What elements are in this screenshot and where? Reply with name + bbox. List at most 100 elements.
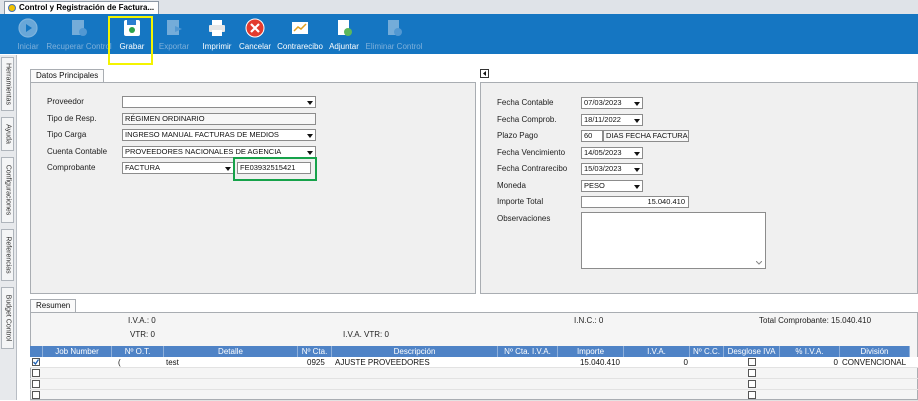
window-titlebar: Control y Registración de Factura... — [0, 0, 918, 15]
iniciar-button[interactable]: Iniciar — [8, 14, 48, 54]
tab-resumen[interactable]: Resumen — [30, 299, 77, 312]
desglose-iva-checkbox[interactable] — [748, 369, 756, 377]
chevron-down-icon — [306, 148, 314, 156]
importe-total-input[interactable]: 15.040.410 — [581, 196, 689, 208]
grid-header-division[interactable]: División — [840, 346, 910, 357]
tipo-carga-label: Tipo Carga — [47, 130, 87, 139]
proveedor-label: Proveedor — [47, 97, 84, 106]
chevron-left-icon — [483, 71, 486, 76]
recuperar-control-button[interactable]: Recuperar Control — [46, 14, 112, 54]
row-select-checkbox[interactable] — [32, 391, 40, 399]
fecha-vencimiento-picker[interactable]: 14/05/2023 — [581, 147, 643, 159]
grid-header-cta[interactable]: Nº Cta. — [298, 346, 332, 357]
moneda-label: Moneda — [497, 181, 526, 190]
importe-total-label: Importe Total — [497, 197, 544, 206]
recover-document-icon — [72, 20, 87, 36]
side-panel-strip: Herramientas Ayuda Configuraciones Refer… — [0, 55, 17, 400]
play-icon — [18, 18, 38, 38]
side-tab-configuraciones[interactable]: Configuraciones — [1, 157, 14, 223]
chevron-down-icon — [306, 98, 314, 106]
comprobante-numero-input[interactable]: FE03932515421 — [237, 162, 311, 174]
window-title: Control y Registración de Factura... — [19, 3, 155, 12]
fecha-vencimiento-label: Fecha Vencimiento — [497, 148, 566, 157]
grid-header-ot[interactable]: Nº O.T. — [112, 346, 164, 357]
cancelar-button[interactable]: Cancelar — [236, 14, 274, 54]
row-select-checkbox[interactable] — [32, 358, 40, 366]
resumen-inc: I.N.C.: 0 — [574, 316, 604, 325]
grabar-highlight — [108, 16, 153, 65]
cell-division: CONVENCIONAL — [842, 358, 907, 367]
resumen-iva-vtr: I.V.A. VTR: 0 — [343, 330, 389, 339]
resumen-iva: I.V.A.: 0 — [128, 316, 156, 325]
imprimir-button[interactable]: Imprimir — [198, 14, 236, 54]
moneda-select[interactable]: PESO — [581, 180, 643, 192]
chevron-down-icon — [224, 164, 232, 172]
grid-header-job-number[interactable]: Job Number — [43, 346, 112, 357]
side-tab-referencias[interactable]: Referencias — [1, 229, 14, 281]
observaciones-label: Observaciones — [497, 214, 551, 223]
cell-descripcion: AJUSTE PROVEEDORES — [335, 358, 430, 367]
cell-porc-iva: 0 — [833, 358, 838, 367]
eliminar-control-button[interactable]: Eliminar Control — [364, 14, 424, 54]
export-icon — [167, 20, 182, 35]
row-select-checkbox[interactable] — [32, 369, 40, 377]
chevron-down-icon — [633, 182, 641, 190]
side-tab-herramientas[interactable]: Herramientas — [1, 57, 14, 111]
plazo-dias-input[interactable]: 60 — [581, 130, 603, 142]
panel-collapse-toggle[interactable] — [480, 69, 489, 78]
resumen-vtr: VTR: 0 — [130, 330, 155, 339]
chart-icon — [292, 22, 308, 34]
chevron-down-icon — [306, 131, 314, 139]
fecha-contable-picker[interactable]: 07/03/2023 — [581, 97, 643, 109]
adjuntar-button[interactable]: Adjuntar — [326, 14, 362, 54]
row-select-checkbox[interactable] — [32, 380, 40, 388]
contrarecibo-button[interactable]: Contrarecibo — [274, 14, 326, 54]
fecha-contrarecibo-label: Fecha Contrarecibo — [497, 164, 568, 173]
tipo-resp-label: Tipo de Resp. — [47, 114, 97, 123]
grid-header-porc-iva[interactable]: % I.V.A. — [780, 346, 840, 357]
printer-icon — [209, 20, 225, 36]
chevron-down-icon — [633, 165, 641, 173]
cell-detalle: test — [166, 358, 179, 367]
fecha-comprob-label: Fecha Comprob. — [497, 115, 557, 124]
chevron-down-icon — [633, 116, 641, 124]
grid-header-select — [30, 346, 43, 357]
side-tab-ayuda[interactable]: Ayuda — [1, 117, 14, 151]
grid-header-descripcion[interactable]: Descripción — [332, 346, 498, 357]
app-icon — [8, 4, 16, 12]
attach-document-icon — [338, 20, 352, 36]
tipo-resp-field: RÉGIMEN ORDINARIO — [122, 113, 316, 125]
proveedor-select[interactable] — [122, 96, 316, 108]
table-row[interactable]: ( test 0925 AJUSTE PROVEEDORES 15.040.41… — [30, 357, 918, 368]
checkmark-icon — [33, 359, 39, 365]
table-row[interactable] — [30, 379, 918, 390]
grid-header-cta-iva[interactable]: Nº Cta. I.V.A. — [498, 346, 558, 357]
window-tab[interactable]: Control y Registración de Factura... — [4, 1, 160, 14]
plazo-descripcion-field: DIAS FECHA FACTURA — [603, 130, 689, 142]
side-tab-budget-control[interactable]: Budget Control — [1, 287, 14, 349]
scroll-down-icon — [756, 261, 762, 265]
cell-importe: 15.040.410 — [579, 358, 620, 367]
desglose-iva-checkbox[interactable] — [748, 358, 756, 366]
fecha-contable-label: Fecha Contable — [497, 98, 554, 107]
table-row[interactable] — [30, 368, 918, 379]
observaciones-textarea[interactable] — [581, 212, 766, 269]
desglose-iva-checkbox[interactable] — [748, 391, 756, 399]
fecha-comprob-picker[interactable]: 18/11/2022 — [581, 114, 643, 126]
tab-datos-principales[interactable]: Datos Principales — [30, 69, 105, 82]
tipo-carga-select[interactable]: INGRESO MANUAL FACTURAS DE MEDIOS — [122, 129, 316, 141]
grid-header-desglose-iva[interactable]: Desglose IVA — [724, 346, 780, 357]
fecha-contrarecibo-picker[interactable]: 15/03/2023 — [581, 163, 643, 175]
grid-header-detalle[interactable]: Detalle — [164, 346, 298, 357]
grid-header-cc[interactable]: Nº C.C. — [690, 346, 724, 357]
delete-document-icon — [388, 20, 402, 36]
cuenta-contable-label: Cuenta Contable — [47, 147, 108, 156]
plazo-pago-label: Plazo Pago — [497, 131, 538, 140]
comprobante-tipo-select[interactable]: FACTURA — [122, 162, 234, 174]
desglose-iva-checkbox[interactable] — [748, 380, 756, 388]
grid-header-iva[interactable]: I.V.A. — [624, 346, 690, 357]
exportar-button[interactable]: Exportar — [152, 14, 196, 54]
cell-cta: 0925 — [307, 358, 325, 367]
grid-header-importe[interactable]: Importe — [558, 346, 624, 357]
table-row[interactable] — [30, 390, 918, 401]
